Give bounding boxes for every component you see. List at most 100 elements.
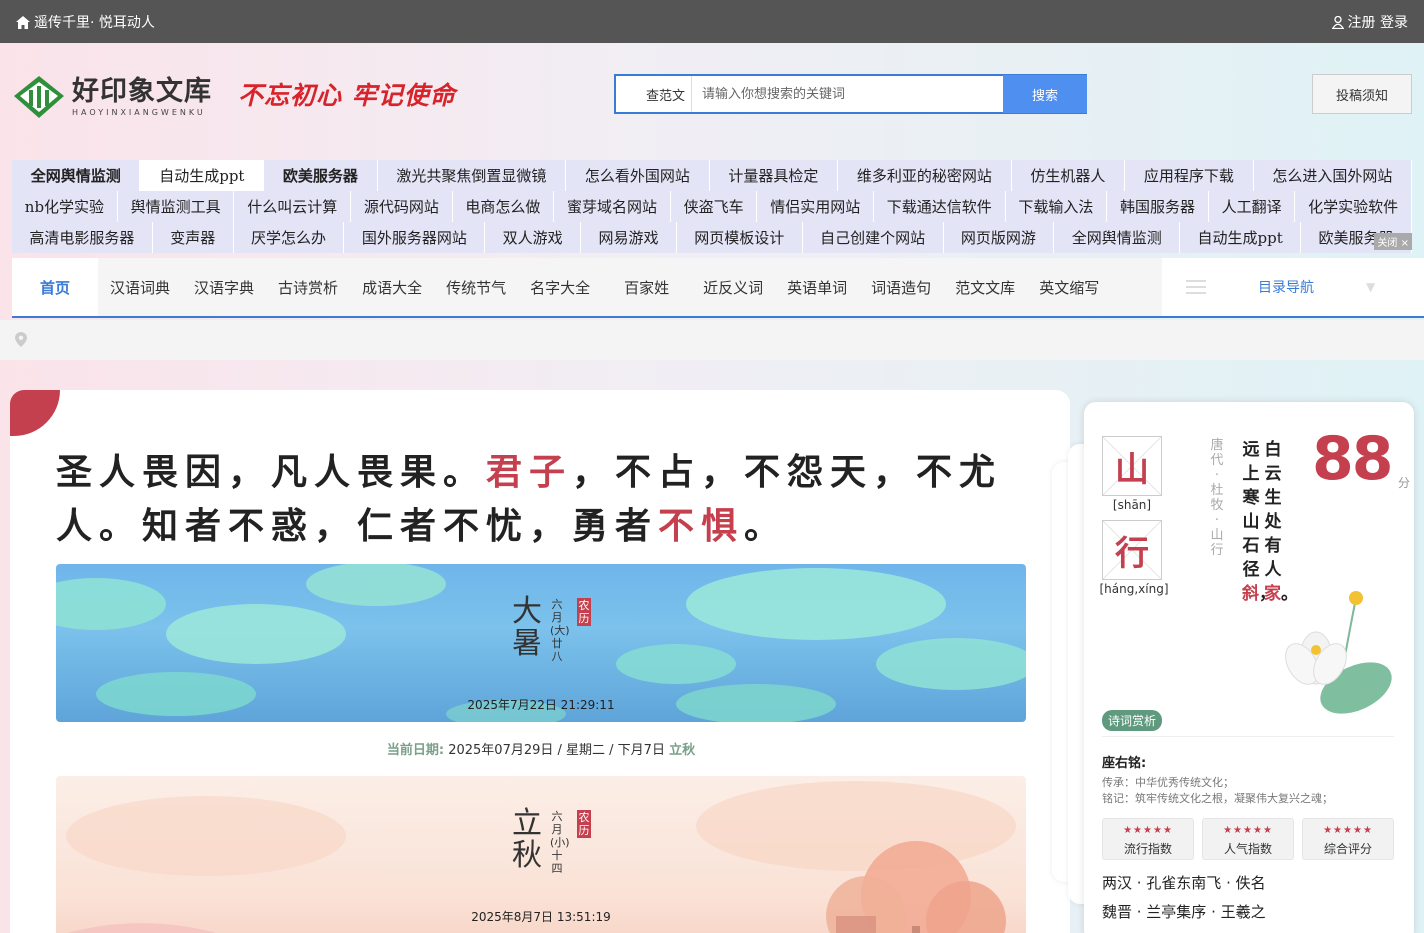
link-item[interactable]: 网页模板设计 [677, 222, 803, 253]
link-item[interactable]: 高清电影服务器 [12, 222, 153, 253]
link-item[interactable]: 厌学怎么办 [234, 222, 345, 253]
nav-item[interactable]: 英语单词 [775, 258, 859, 316]
corner-decoration [10, 390, 60, 436]
breadcrumb [0, 320, 1424, 360]
link-item[interactable]: 激光共聚焦倒置显微镜 [378, 160, 567, 191]
star-icons: ★★★★★ [1323, 825, 1373, 836]
link-item[interactable]: 计量器具检定 [710, 160, 839, 191]
motto-line: 铭记：筑牢传统文化之根，凝聚伟大复兴之魂； [1102, 792, 1333, 805]
site-logo[interactable]: 好印象文库 HAOYINXIANGWENKU [12, 74, 212, 120]
link-item[interactable]: 全网舆情监测 [12, 160, 141, 191]
link-item[interactable]: 怎么看外国网站 [566, 160, 710, 191]
link-item[interactable]: nb化学实验 [12, 191, 118, 222]
nav-item[interactable]: 近反义词 [691, 258, 775, 316]
link-item[interactable]: 情侣实用网站 [757, 191, 874, 222]
link-item[interactable]: 双人游戏 [485, 222, 582, 253]
lunar-tag: 农历 [577, 810, 591, 838]
daily-quote: 圣人畏因，凡人畏果。君子，不占，不怨天，不尤人。知者不惑，仁者不忧，勇者不惧。 [56, 446, 1036, 554]
poem-char[interactable]: 山 [1102, 436, 1162, 496]
nav-item[interactable]: 名字大全 [518, 258, 602, 316]
search-bar: 查范文 搜索 [614, 74, 1087, 114]
quote-highlight: 不惧 [658, 506, 745, 547]
nav-item-home[interactable]: 首页 [12, 258, 99, 316]
search-input[interactable] [692, 76, 1003, 112]
link-item[interactable]: 人工翻译 [1209, 191, 1296, 222]
poem-char[interactable]: 行 [1102, 520, 1162, 580]
score-unit: 分 [1398, 476, 1411, 490]
nav-item[interactable]: 范文文库 [943, 258, 1027, 316]
link-item[interactable]: 全网舆情监测 [1054, 222, 1181, 253]
nav-item[interactable]: 词语造句 [859, 258, 943, 316]
nav-item[interactable]: 汉语词典 [98, 258, 182, 316]
popularity-rating[interactable]: ★★★★★ 流行指数 [1102, 818, 1194, 860]
link-item[interactable]: 源代码网站 [351, 191, 453, 222]
catalog-label: 目录导航 [1258, 280, 1314, 296]
hotness-rating[interactable]: ★★★★★ 人气指数 [1202, 818, 1294, 860]
link-item[interactable]: 应用程序下载 [1125, 160, 1254, 191]
contribute-button[interactable]: 投稿须知 [1312, 74, 1412, 114]
ad-close-button[interactable]: 关闭 × [1374, 233, 1412, 250]
solar-term-banner: 大暑 六月(大)廿八 农历 2025年7月22日 21:29:11 [56, 564, 1026, 722]
solar-term-time: 2025年8月7日 13:51:19 [471, 910, 611, 924]
link-item[interactable]: 化学实验软件 [1295, 191, 1412, 222]
login-register-link[interactable]: 注册 登录 [1331, 12, 1408, 32]
current-date-label: 当前日期: [386, 743, 445, 758]
poem-char-pinyin: [shān] [1112, 498, 1152, 512]
rating-label: 流行指数 [1123, 842, 1172, 856]
link-row: nb化学实验 舆情监测工具 什么叫云计算 源代码网站 电商怎么做 蜜芽域名网站 … [12, 191, 1412, 222]
lunar-date: 六月(大)廿八 [550, 598, 570, 663]
link-item[interactable]: 维多利亚的秘密网站 [838, 160, 1012, 191]
welcome-label: 遥传千里· 悦耳动人 [34, 15, 155, 31]
catalog-dropdown[interactable]: 目录导航 ▼ [1162, 258, 1424, 316]
main-content-card: 圣人畏因，凡人畏果。君子，不占，不怨天，不尤人。知者不惑，仁者不忧，勇者不惧。 … [10, 390, 1070, 933]
top-bar: 遥传千里· 悦耳动人 注册 登录 [0, 0, 1424, 43]
link-item[interactable]: 什么叫云计算 [234, 191, 352, 222]
link-item[interactable]: 仿生机器人 [1012, 160, 1126, 191]
current-date-term: 立秋 [669, 743, 696, 758]
poem-line: 白云生处有人家。 [1264, 438, 1298, 606]
link-row: 高清电影服务器 变声器 厌学怎么办 国外服务器网站 双人游戏 网易游戏 网页模板… [12, 222, 1412, 253]
solar-term-name: 大暑 [512, 594, 542, 661]
welcome-text: 遥传千里· 悦耳动人 [16, 12, 155, 32]
search-button[interactable]: 搜索 [1003, 75, 1087, 113]
current-date-value: 2025年07月29日 / 星期二 / 下月7日 [448, 743, 665, 758]
link-item[interactable]: 怎么进入国外网站 [1254, 160, 1413, 191]
link-item[interactable]: 下载通达信软件 [874, 191, 1006, 222]
nav-item[interactable]: 古诗赏析 [266, 258, 350, 316]
poem-char-pinyin: [háng,xíng] [1099, 582, 1169, 596]
poem-score: 88 [1312, 424, 1393, 494]
link-item[interactable]: 韩国服务器 [1107, 191, 1209, 222]
link-item[interactable]: 电商怎么做 [453, 191, 555, 222]
current-date: 当前日期: 2025年07月29日 / 星期二 / 下月7日 立秋 [56, 739, 1026, 758]
logo-subtitle: HAOYINXIANGWENKU [72, 108, 206, 117]
star-icons: ★★★★★ [1123, 825, 1173, 836]
nav-item[interactable]: 成语大全 [350, 258, 434, 316]
link-item[interactable]: 侠盗飞车 [671, 191, 758, 222]
poem-list-item[interactable]: 两汉 · 孔雀东南飞 · 佚名 [1102, 872, 1266, 893]
link-item[interactable]: 欧美服务器 [264, 160, 378, 191]
quote-text: 圣人畏因，凡人畏果。 [56, 452, 487, 493]
poem-list-item[interactable]: 魏晋 · 兰亭集序 · 王羲之 [1102, 901, 1266, 922]
nav-item[interactable]: 百家姓 [602, 258, 691, 316]
link-item[interactable]: 自动生成ppt [1180, 222, 1302, 253]
divider [1102, 736, 1394, 737]
nav-item[interactable]: 传统节气 [434, 258, 518, 316]
link-item[interactable]: 下载输入法 [1006, 191, 1108, 222]
link-item[interactable]: 变声器 [153, 222, 234, 253]
link-item[interactable]: 舆情监测工具 [118, 191, 235, 222]
nav-item[interactable]: 汉语字典 [182, 258, 266, 316]
link-item[interactable]: 蜜芽域名网站 [554, 191, 671, 222]
link-item[interactable]: 自动生成ppt [140, 160, 265, 191]
overall-rating[interactable]: ★★★★★ 综合评分 [1302, 818, 1394, 860]
link-item[interactable]: 国外服务器网站 [344, 222, 486, 253]
main-nav: 首页 汉语词典 汉语字典 古诗赏析 成语大全 传统节气 名字大全 百家姓 近反义… [12, 258, 1424, 318]
link-row: 全网舆情监测 自动生成ppt 欧美服务器 激光共聚焦倒置显微镜 怎么看外国网站 … [12, 160, 1413, 191]
nav-item[interactable]: 英文缩写 [1027, 258, 1111, 316]
logo-icon [14, 76, 64, 118]
link-item[interactable]: 网页版网游 [944, 222, 1055, 253]
link-item[interactable]: 自己创建个网站 [803, 222, 944, 253]
rating-label: 综合评分 [1323, 842, 1372, 856]
poem-category-tag[interactable]: 诗词赏析 [1102, 710, 1163, 731]
link-item[interactable]: 网易游戏 [581, 222, 677, 253]
search-type-select[interactable]: 查范文 [616, 76, 692, 112]
